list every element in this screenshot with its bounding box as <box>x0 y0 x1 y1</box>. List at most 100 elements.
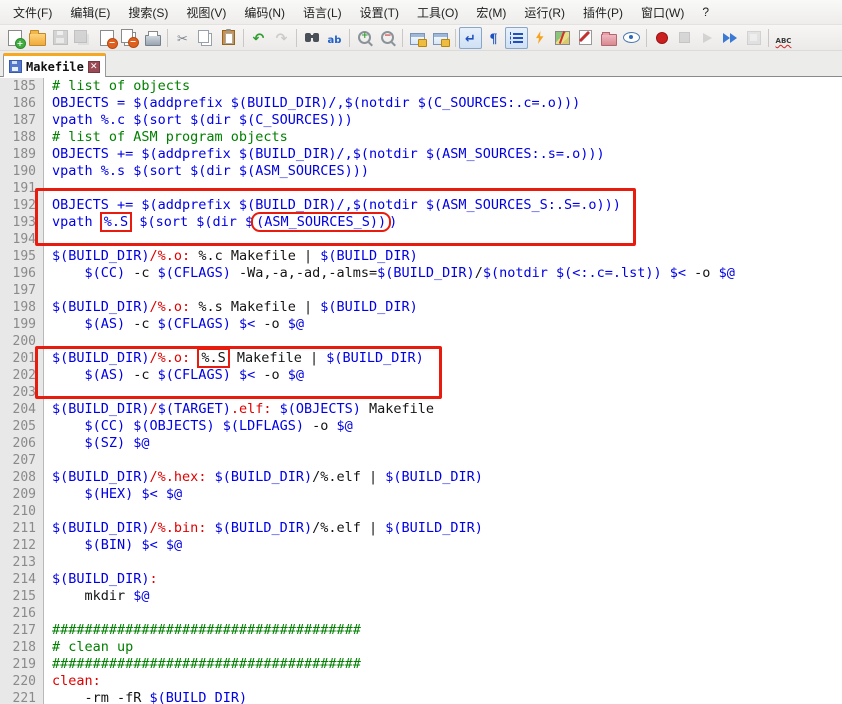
code-line <box>52 231 842 248</box>
undo-button[interactable] <box>247 27 270 49</box>
code-text: $(sort $(dir $ <box>139 214 253 230</box>
menu-item[interactable]: 工具(O) <box>408 1 467 24</box>
cut-button[interactable] <box>171 27 194 49</box>
menu-item[interactable]: 插件(P) <box>574 1 632 24</box>
print-button[interactable] <box>141 27 164 49</box>
code-text: $(BUILD_DIR) <box>385 469 483 485</box>
code-text: / <box>150 401 158 417</box>
document-map-button[interactable] <box>551 27 574 49</box>
code-text: $(BUILD_DIR) <box>52 350 150 366</box>
word-wrap-button[interactable] <box>459 27 482 49</box>
code-text <box>231 316 239 332</box>
code-text: /%.hex: <box>150 469 207 485</box>
function-completion-button[interactable] <box>528 27 551 49</box>
code-line: OBJECTS += $(addprefix $(BUILD_DIR)/,$(n… <box>52 146 842 163</box>
code-line: $(HEX) $< $@ <box>52 486 842 503</box>
find-icon <box>304 33 320 43</box>
save-macro-icon <box>747 31 761 45</box>
line-number: 198 <box>0 299 36 316</box>
code-text: $< <box>239 367 255 383</box>
menu-item[interactable]: 视图(V) <box>177 1 235 24</box>
code-text <box>52 316 85 332</box>
folder-as-workspace-button[interactable] <box>597 27 620 49</box>
menu-item[interactable]: 文件(F) <box>4 1 61 24</box>
code-text: # list of objects <box>52 78 190 94</box>
code-text: OBJECTS += $(addprefix $(BUILD_DIR)/,$(n… <box>52 197 621 213</box>
code-text: -o <box>255 316 288 332</box>
code-line <box>52 384 842 401</box>
sync-horizontal-scroll-button[interactable] <box>429 27 452 49</box>
code-text: $(BUILD_DIR) <box>215 520 313 536</box>
function-list-button[interactable] <box>574 27 597 49</box>
copy-icon <box>198 30 209 43</box>
line-number: 192 <box>0 197 36 214</box>
zoom-in-icon <box>358 31 371 44</box>
menu-item[interactable]: 语言(L) <box>294 1 351 24</box>
code-text: /%.o: <box>150 299 191 315</box>
code-pane[interactable]: # list of objectsOBJECTS = $(addprefix $… <box>44 78 842 704</box>
code-text <box>52 486 85 502</box>
line-number: 213 <box>0 554 36 571</box>
function-list-icon <box>579 30 592 45</box>
zoom-in-button[interactable] <box>353 27 376 49</box>
menu-item[interactable]: 编辑(E) <box>61 1 119 24</box>
play-macro-button <box>696 27 719 49</box>
new-file-button[interactable] <box>3 27 26 49</box>
menu-item[interactable]: 设置(T) <box>351 1 408 24</box>
record-macro-icon <box>656 32 668 44</box>
line-number: 215 <box>0 588 36 605</box>
menu-item[interactable]: ? <box>693 2 718 22</box>
code-text: /%.o: <box>150 350 191 366</box>
code-text: vpath <box>52 214 101 230</box>
record-macro-button[interactable] <box>650 27 673 49</box>
menu-item[interactable]: 宏(M) <box>467 1 515 24</box>
close-file-button[interactable] <box>95 27 118 49</box>
annotation-inline-box: %.S <box>197 348 229 368</box>
monitoring-icon <box>623 32 640 43</box>
zoom-out-button[interactable] <box>376 27 399 49</box>
editor-area[interactable]: 1851861871881891901911921931941951961971… <box>0 78 842 704</box>
code-text: $(BIN) <box>85 537 134 553</box>
code-text <box>52 537 85 553</box>
open-file-button[interactable] <box>26 27 49 49</box>
code-text: /%.elf | <box>312 469 385 485</box>
menu-item[interactable]: 编码(N) <box>235 1 294 24</box>
code-text: $(SZ) <box>85 435 126 451</box>
code-line <box>52 452 842 469</box>
line-number-gutter: 1851861871881891901911921931941951961971… <box>0 78 44 704</box>
find-button[interactable] <box>300 27 323 49</box>
code-text: $(TARGET) <box>158 401 231 417</box>
tab-makefile[interactable]: Makefile ✕ <box>3 53 106 77</box>
code-text: $(BUILD_DIR) <box>385 520 483 536</box>
code-text: vpath %.c $(sort $(dir $(C_SOURCES))) <box>52 112 353 128</box>
close-all-button[interactable] <box>118 27 141 49</box>
indent-guide-button[interactable] <box>505 27 528 49</box>
show-all-characters-button[interactable] <box>482 27 505 49</box>
line-number: 196 <box>0 265 36 282</box>
code-line: # list of objects <box>52 78 842 95</box>
menu-item[interactable]: 窗口(W) <box>632 1 693 24</box>
code-line: $(CC) $(OBJECTS) $(LDFLAGS) -o $@ <box>52 418 842 435</box>
code-line: $(AS) -c $(CFLAGS) $< -o $@ <box>52 367 842 384</box>
run-macro-multiple-button[interactable] <box>719 27 742 49</box>
toolbar-separator <box>167 29 168 47</box>
sync-vertical-scroll-button[interactable] <box>406 27 429 49</box>
save-macro-button <box>742 27 765 49</box>
code-text: $(BUILD_DIR) <box>52 571 150 587</box>
code-text <box>158 537 166 553</box>
code-text: $(BUILD_DIR) <box>320 299 418 315</box>
paste-button[interactable] <box>217 27 240 49</box>
spell-check-button[interactable] <box>772 27 795 49</box>
code-line <box>52 503 842 520</box>
menu-item[interactable]: 运行(R) <box>515 1 574 24</box>
menu-item[interactable]: 搜索(S) <box>119 1 177 24</box>
stop-macro-icon <box>679 32 690 43</box>
line-number: 218 <box>0 639 36 656</box>
code-line: OBJECTS = $(addprefix $(BUILD_DIR)/,$(no… <box>52 95 842 112</box>
monitoring-button[interactable] <box>620 27 643 49</box>
code-text: -c <box>125 265 158 281</box>
copy-button[interactable] <box>194 27 217 49</box>
tab-close-icon[interactable]: ✕ <box>88 61 100 73</box>
replace-button[interactable] <box>323 27 346 49</box>
code-text: $(HEX) <box>85 486 134 502</box>
